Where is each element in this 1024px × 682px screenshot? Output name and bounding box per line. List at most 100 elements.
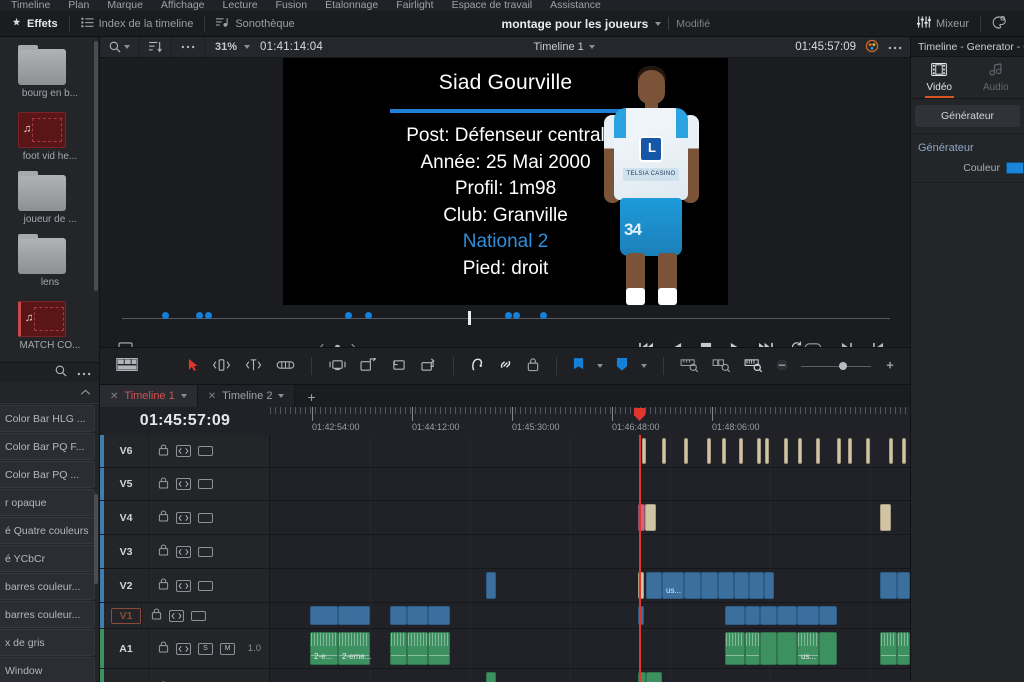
scrub-marker[interactable] [365, 312, 372, 319]
effects-list-item[interactable]: barres couleur... [0, 573, 95, 600]
media-pool[interactable]: bourg en b... ♫ foot vid he... joueur de ..… [0, 37, 100, 382]
media-pool-item[interactable]: bourg en b... [0, 45, 99, 110]
chevron-up-icon[interactable] [80, 387, 91, 399]
menu-item-assistance[interactable]: Assistance [541, 0, 610, 11]
menu-item-fairlight[interactable]: Fairlight [387, 0, 442, 11]
timeline-clip[interactable] [837, 438, 841, 464]
timeline-clip[interactable] [760, 632, 777, 665]
timeline-clip[interactable] [866, 438, 870, 464]
timeline-clip[interactable] [310, 606, 338, 625]
zoom-slider[interactable] [801, 362, 871, 370]
timeline-clip[interactable] [407, 606, 428, 625]
monitor-icon[interactable] [198, 580, 213, 591]
track-lane[interactable]: us...us... [270, 569, 910, 602]
timeline-clip[interactable] [745, 632, 760, 665]
zoom-full-extent-icon[interactable] [744, 358, 763, 375]
marker-icon[interactable] [616, 358, 628, 374]
track-header-v3[interactable]: V3 [100, 535, 270, 568]
media-pool-item[interactable]: ♫ foot vid he... [0, 110, 99, 173]
timeline-clip[interactable] [428, 606, 450, 625]
viewer-title[interactable]: Timeline 1 [333, 41, 795, 53]
menu-item-lecture[interactable]: Lecture [214, 0, 267, 11]
effects-list-item[interactable]: Color Bar PQ F... [0, 433, 95, 460]
timeline-clip[interactable] [338, 606, 370, 625]
effects-list-item[interactable]: Color Bar HLG ... [0, 405, 95, 432]
solo-icon[interactable]: S [198, 642, 213, 655]
timeline-clip[interactable] [745, 606, 760, 625]
track-header-v5[interactable]: V5 [100, 468, 270, 500]
timeline-clip[interactable] [725, 632, 745, 665]
monitor-icon[interactable] [198, 446, 213, 456]
lock-icon[interactable] [158, 544, 169, 559]
timeline-clip[interactable] [749, 572, 764, 599]
tab-video[interactable]: Vidéo [911, 57, 968, 98]
timeline-clip[interactable] [707, 438, 711, 464]
timeline-clip[interactable] [764, 572, 774, 599]
eye-icon[interactable] [169, 609, 184, 622]
place-on-top-icon[interactable] [420, 357, 437, 375]
chevron-down-icon[interactable] [588, 45, 595, 49]
viewer-search-button[interactable] [100, 37, 140, 57]
track-header-v6[interactable]: V6 [100, 435, 270, 467]
toolbar-timeline-index[interactable]: Index de la timeline [70, 11, 205, 36]
timeline-clip[interactable] [407, 632, 428, 665]
eye-icon[interactable] [176, 511, 191, 524]
timeline-clip[interactable]: 2-eme... [338, 632, 371, 665]
timeline-clip[interactable] [642, 438, 646, 464]
timeline-clip[interactable] [819, 632, 837, 665]
mute-icon[interactable]: M [220, 642, 235, 655]
toolbar-mixer[interactable]: Mixeur [906, 11, 980, 36]
track-lane[interactable] [270, 435, 910, 467]
timeline-ruler[interactable]: 01:42:54:00 01:44:12:00 01:45:30:00 01:46:4… [270, 407, 910, 435]
effects-list-item[interactable]: Color Bar PQ ... [0, 461, 95, 488]
close-icon[interactable]: ✕ [208, 391, 216, 402]
viewer-zoom-level[interactable]: 31% [205, 41, 244, 53]
lock-icon[interactable] [158, 476, 169, 492]
monitor-icon[interactable] [191, 610, 206, 621]
timeline-clip[interactable] [684, 572, 701, 599]
monitor-icon[interactable] [198, 512, 213, 523]
color-wheel-icon[interactable] [865, 39, 879, 56]
lock-icon[interactable] [158, 510, 169, 525]
track-lane[interactable]: 2-e... 2-eme... us... [270, 629, 910, 668]
menu-item-espace-de-travail[interactable]: Espace de travail [443, 0, 542, 11]
zoom-in-button[interactable] [884, 359, 896, 374]
toolbar-sonotheque[interactable]: Sonothèque [205, 11, 305, 36]
timeline-clip[interactable] [897, 572, 910, 599]
timeline-clip[interactable] [646, 572, 662, 599]
timeline-clip[interactable] [816, 438, 820, 464]
timeline-clip[interactable]: 2-e... [310, 632, 338, 665]
scrub-marker[interactable] [505, 312, 512, 319]
timeline-clip[interactable] [662, 438, 666, 464]
effects-list-scrollbar[interactable] [94, 494, 98, 584]
snapping-icon[interactable] [470, 357, 485, 375]
track-header-a2[interactable]: A2SM1.0 [100, 669, 270, 682]
viewer-scrub-bar[interactable] [100, 305, 910, 331]
timeline-clip[interactable] [390, 632, 407, 665]
timeline-clip[interactable] [486, 672, 496, 682]
eye-icon[interactable] [176, 545, 191, 558]
monitor-icon[interactable] [198, 479, 213, 489]
toolbar-effets[interactable]: Effets [0, 11, 69, 36]
timeline-clip[interactable] [645, 504, 656, 531]
timeline-clip[interactable] [725, 606, 745, 625]
timeline-view-options-button[interactable] [100, 357, 138, 374]
menu-item-affichage[interactable]: Affichage [152, 0, 214, 11]
flag-icon[interactable] [573, 358, 584, 374]
timeline-clip[interactable] [428, 632, 450, 665]
zoom-slider-knob[interactable] [839, 362, 847, 370]
scrub-marker[interactable] [513, 312, 520, 319]
timeline-clip[interactable] [760, 606, 777, 625]
effects-list-item[interactable]: barres couleur... [0, 601, 95, 628]
scrub-marker[interactable] [162, 312, 169, 319]
timeline-clip[interactable] [390, 606, 407, 625]
track-header-a1[interactable]: A1 S M 1.0 [100, 629, 270, 668]
color-swatch[interactable] [1006, 162, 1024, 174]
timeline-clip[interactable] [486, 572, 496, 599]
lock-icon[interactable] [151, 608, 162, 623]
razor-edit-mode-icon[interactable] [276, 359, 295, 374]
timeline-clip[interactable] [798, 438, 802, 464]
timeline-tab[interactable]: ✕ Timeline 2 [197, 385, 296, 407]
chevron-down-icon[interactable] [641, 364, 647, 368]
chevron-down-icon[interactable] [278, 394, 285, 398]
